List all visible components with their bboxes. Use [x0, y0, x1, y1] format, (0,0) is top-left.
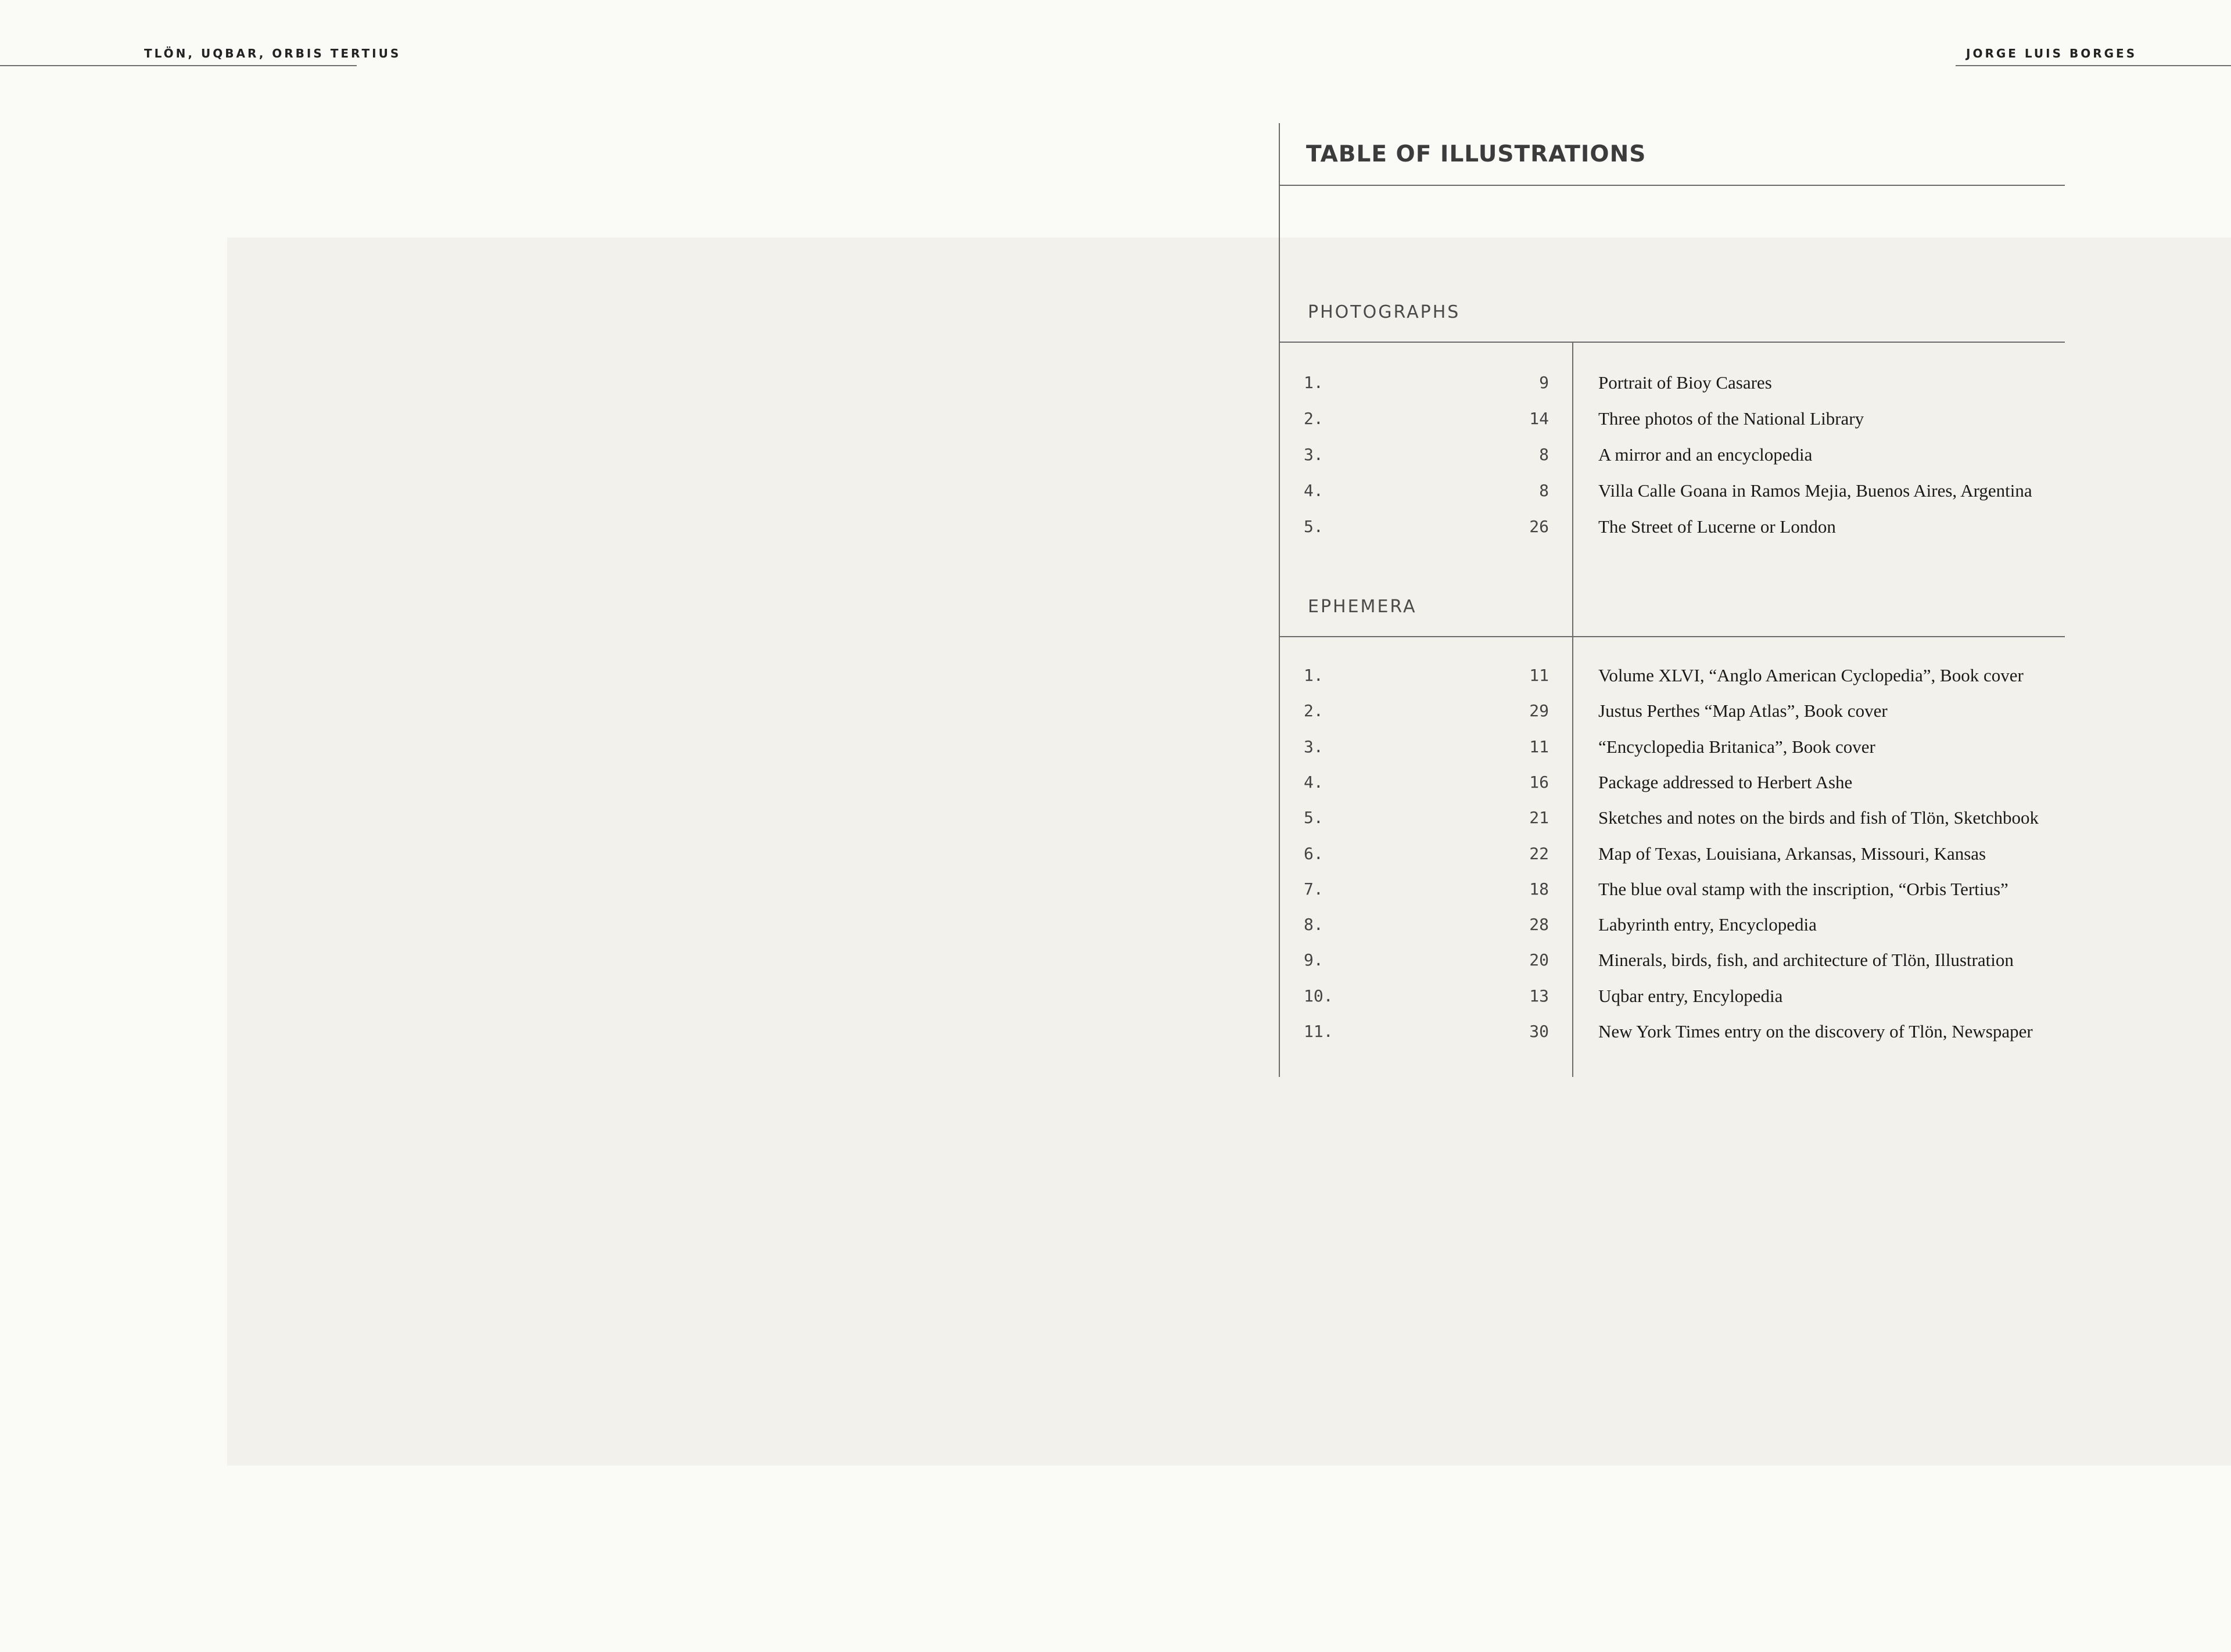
section-rule-photographs — [1279, 342, 2065, 343]
running-head-author: JORGE LUIS BORGES — [1966, 46, 2137, 60]
item-description: The Street of Lucerne or London — [1598, 516, 1836, 537]
item-number: 7. — [1304, 879, 1323, 899]
header-rule-right — [1956, 65, 2231, 66]
section-heading-photographs: PHOTOGRAPHS — [1308, 302, 1461, 322]
item-number: 9. — [1304, 950, 1323, 970]
item-number: 6. — [1304, 843, 1323, 863]
item-number: 1. — [1304, 373, 1323, 392]
page-number: 22 — [1529, 843, 1549, 863]
item-description: New York Times entry on the discovery of… — [1598, 1021, 2033, 1042]
item-description: Volume XLVI, “Anglo American Cyclopedia”… — [1598, 665, 2024, 685]
list-item: 5. 21 Sketches and notes on the birds and … — [0, 803, 2231, 832]
page-title: TABLE OF ILLUSTRATIONS — [1306, 141, 1647, 167]
page-number: 11 — [1529, 737, 1549, 756]
item-number: 5. — [1304, 808, 1323, 828]
page-number: 26 — [1529, 517, 1549, 536]
list-item: 2. 29 Justus Perthes “Map Atlas”, Book cov… — [0, 696, 2231, 726]
item-number: 2. — [1304, 701, 1323, 721]
list-item: 1. 9 Portrait of Bioy Casares — [0, 368, 2231, 397]
list-item: 1. 11 Volume XLVI, “Anglo American Cyclope… — [0, 661, 2231, 690]
item-description: Sketches and notes on the birds and fish… — [1598, 807, 2039, 828]
page-number: 14 — [1529, 409, 1549, 428]
list-item: 4. 16 Package addressed to Herbert Ashe — [0, 768, 2231, 797]
item-number: 4. — [1304, 772, 1323, 792]
item-description: Uqbar entry, Encylopedia — [1598, 985, 1783, 1006]
item-description: Portrait of Bioy Casares — [1598, 372, 1772, 393]
item-description: “Encyclopedia Britanica”, Book cover — [1598, 736, 1875, 757]
list-item: 9. 20 Minerals, birds, fish, and architect… — [0, 946, 2231, 975]
list-item: 4. 8 Villa Calle Goana in Ramos Mejia, Bue… — [0, 476, 2231, 505]
item-description: Minerals, birds, fish, and architecture … — [1598, 950, 2014, 971]
item-description: Package addressed to Herbert Ashe — [1598, 771, 1853, 792]
list-item: 3. 11 “Encyclopedia Britanica”, Book cover — [0, 732, 2231, 762]
item-number: 2. — [1304, 409, 1323, 428]
item-number: 3. — [1304, 445, 1323, 464]
page-number: 9 — [1539, 373, 1549, 392]
list-item: 2. 14 Three photos of the National Library — [0, 404, 2231, 433]
title-underline — [1279, 185, 2065, 186]
item-description: Map of Texas, Louisiana, Arkansas, Misso… — [1598, 843, 1986, 864]
item-number: 5. — [1304, 517, 1323, 536]
page-number: 13 — [1529, 986, 1549, 1005]
list-item: 11. 30 New York Times entry on the discove… — [0, 1017, 2231, 1046]
page-number: 8 — [1539, 445, 1549, 464]
page-number: 18 — [1529, 879, 1549, 899]
page-number: 16 — [1529, 772, 1549, 792]
page-number: 30 — [1529, 1022, 1549, 1041]
list-item: 3. 8 A mirror and an encyclopedia — [0, 440, 2231, 469]
item-description: Justus Perthes “Map Atlas”, Book cover — [1598, 701, 1888, 721]
item-description: A mirror and an encyclopedia — [1598, 444, 1813, 465]
item-number: 4. — [1304, 481, 1323, 500]
item-description: The blue oval stamp with the inscription… — [1598, 878, 2008, 899]
item-description: Villa Calle Goana in Ramos Mejia, Buenos… — [1598, 480, 2032, 501]
item-number: 1. — [1304, 666, 1323, 685]
item-number: 10. — [1304, 986, 1333, 1005]
item-number: 8. — [1304, 915, 1323, 935]
section-heading-ephemera: EPHEMERA — [1308, 597, 1417, 617]
list-item: 10. 13 Uqbar entry, Encylopedia — [0, 982, 2231, 1011]
list-item: 7. 18 The blue oval stamp with the inscrip… — [0, 875, 2231, 904]
page-number: 29 — [1529, 701, 1549, 721]
list-item: 8. 28 Labyrinth entry, Encyclopedia — [0, 910, 2231, 939]
item-description: Labyrinth entry, Encyclopedia — [1598, 914, 1817, 935]
page-number: 11 — [1529, 666, 1549, 685]
page-number: 21 — [1529, 808, 1549, 828]
header-rule-left — [0, 65, 357, 66]
page-number: 28 — [1529, 915, 1549, 935]
list-item: 6. 22 Map of Texas, Louisiana, Arkansas, M… — [0, 839, 2231, 868]
list-item: 5. 26 The Street of Lucerne or London — [0, 512, 2231, 541]
page-number: 8 — [1539, 481, 1549, 500]
page-number: 20 — [1529, 950, 1549, 970]
running-head-book-title: TLÖN, UQBAR, ORBIS TERTIUS — [144, 46, 401, 60]
item-description: Three photos of the National Library — [1598, 408, 1864, 429]
item-number: 3. — [1304, 737, 1323, 756]
section-rule-ephemera — [1279, 636, 2065, 637]
item-number: 11. — [1304, 1022, 1333, 1041]
